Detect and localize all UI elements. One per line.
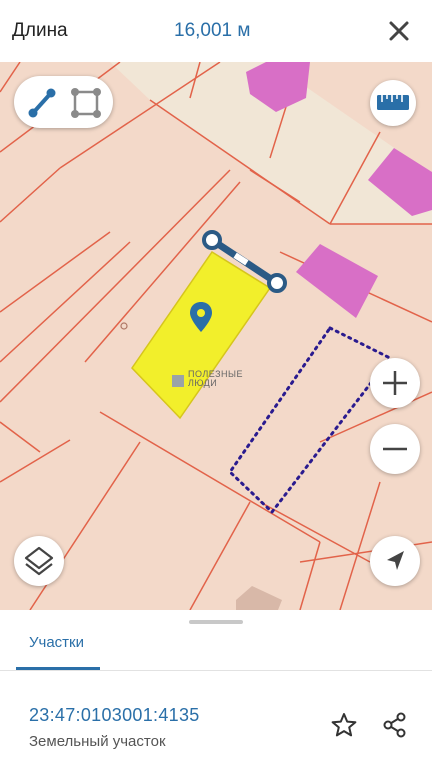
area-measure-icon[interactable]	[71, 88, 101, 118]
cadastral-number[interactable]: 23:47:0103001:4135	[29, 705, 200, 726]
star-icon[interactable]	[330, 711, 358, 739]
line-measure-icon[interactable]	[28, 88, 56, 118]
share-icon[interactable]	[380, 711, 408, 739]
layers-button[interactable]	[14, 536, 64, 586]
measure-point-start	[202, 230, 222, 250]
selected-parcel	[131, 250, 272, 420]
minus-icon	[383, 447, 407, 451]
location-arrow-icon	[387, 551, 404, 570]
measure-label: Длина	[12, 20, 68, 41]
zoom-out-button[interactable]	[370, 424, 420, 474]
dotted-parcel	[228, 326, 393, 515]
bottom-sheet: Участки 23:47:0103001:4135 Земельный уча…	[0, 610, 432, 768]
locate-button[interactable]	[370, 536, 420, 586]
measure-point-end	[267, 273, 287, 293]
watermark-logo	[172, 375, 184, 387]
measure-header: Длина 16,001 м	[0, 0, 432, 62]
ruler-icon[interactable]	[370, 80, 416, 126]
building	[236, 586, 282, 610]
drag-handle[interactable]	[189, 620, 243, 624]
parcel-type: Земельный участок	[29, 733, 166, 750]
watermark-text: ПОЛЕЗНЫЕ ЛЮДИ	[188, 370, 243, 388]
building	[296, 244, 378, 318]
divider	[0, 670, 432, 671]
zoom-in-button[interactable]	[370, 358, 420, 408]
watermark-line2: ЛЮДИ	[188, 378, 218, 388]
plus-icon	[383, 371, 407, 395]
layers-icon	[24, 546, 54, 576]
map-view[interactable]: ПОЛЕЗНЫЕ ЛЮДИ	[0, 62, 432, 610]
measure-tools	[14, 76, 113, 128]
tab-parcels[interactable]: Участки	[29, 634, 84, 651]
measure-value: 16,001 м	[174, 20, 251, 41]
close-icon[interactable]	[384, 16, 414, 46]
